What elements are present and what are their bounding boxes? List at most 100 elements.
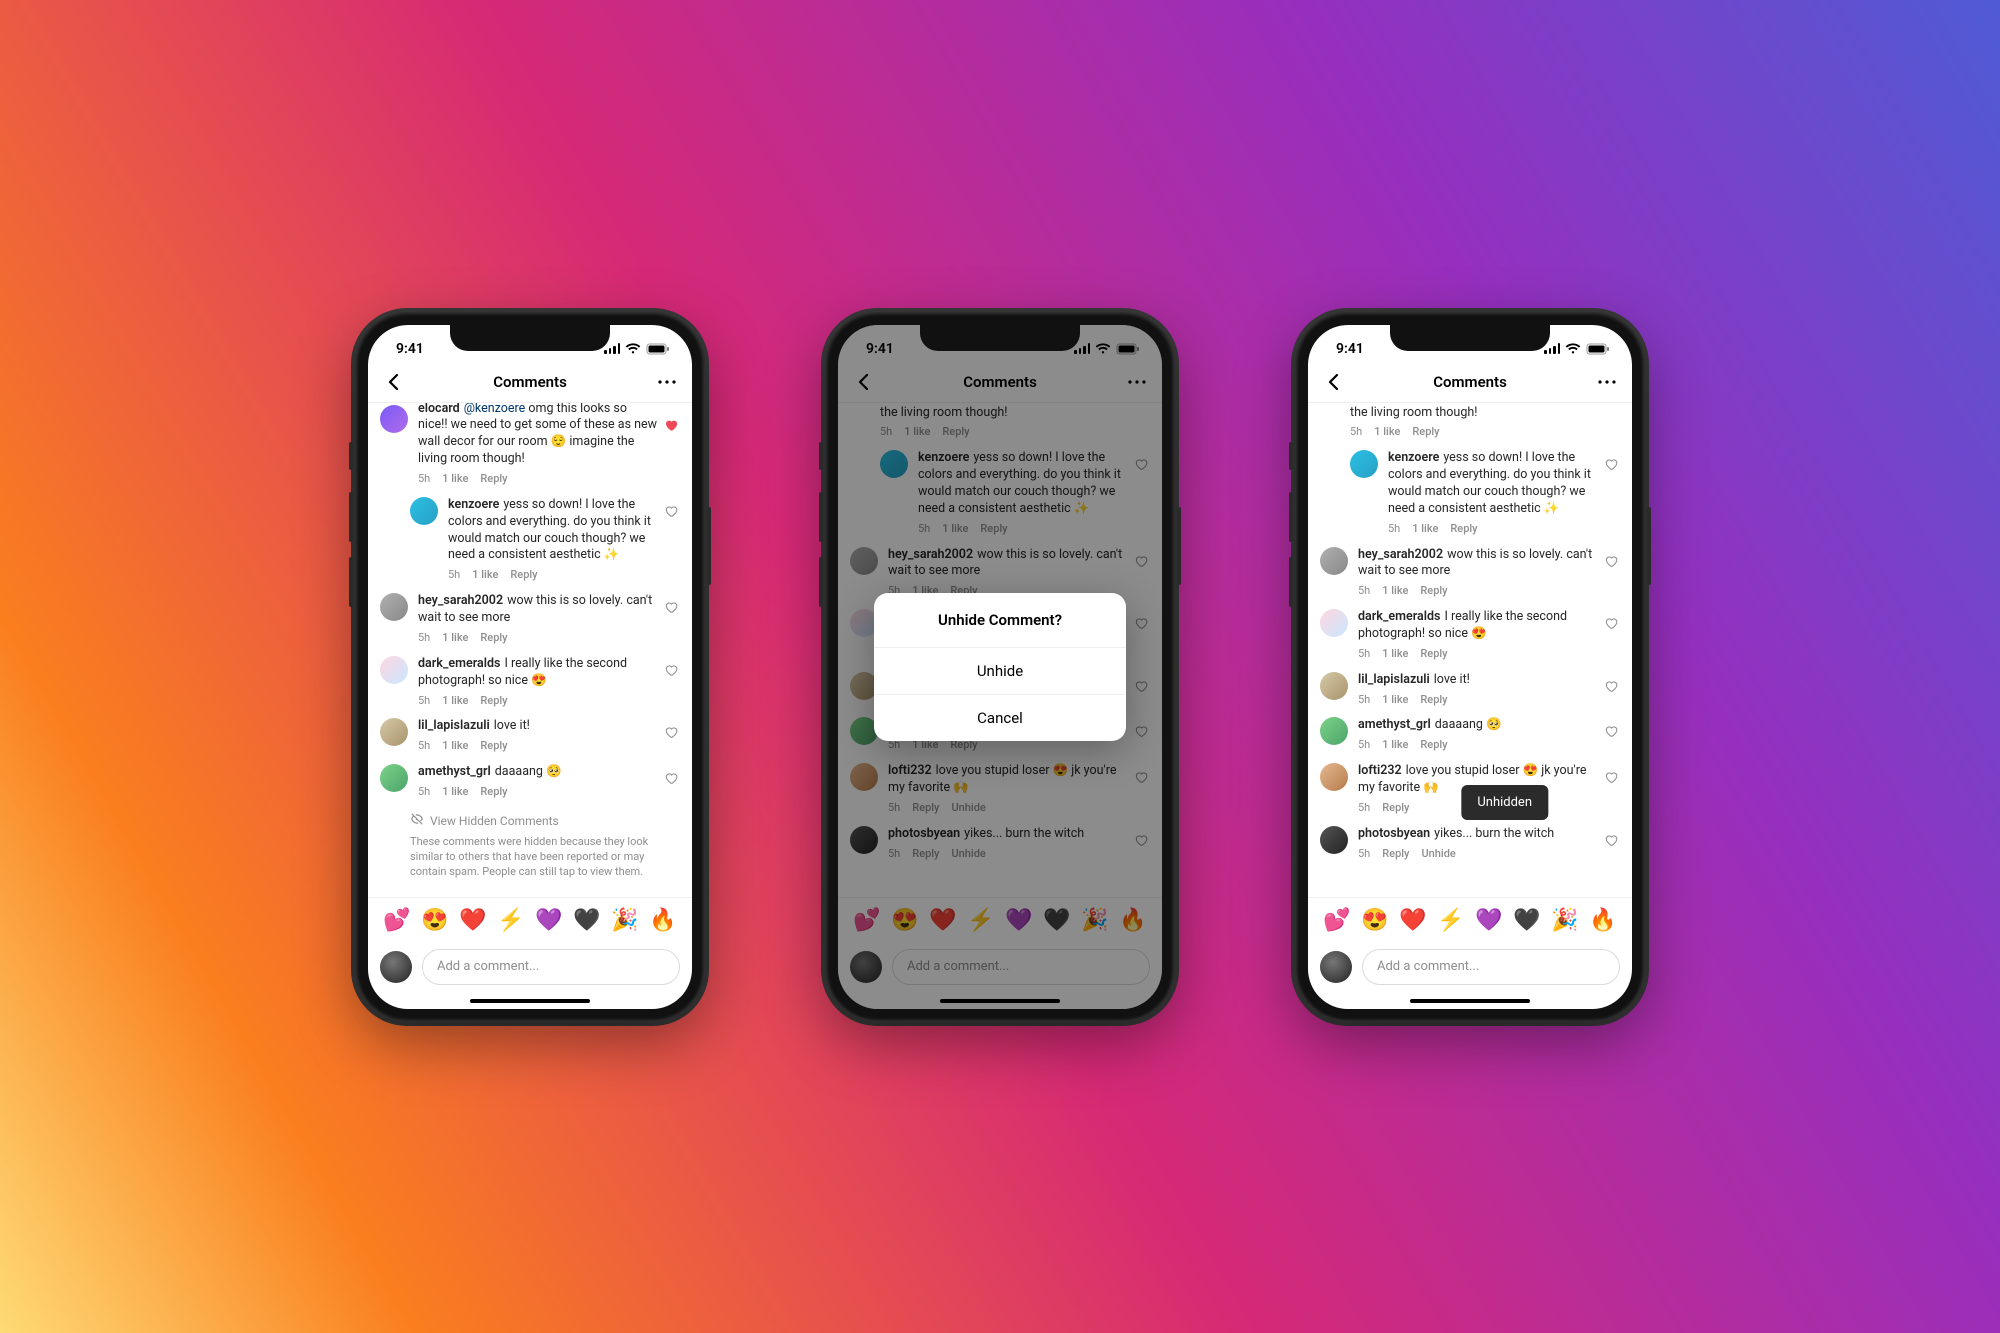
- back-icon[interactable]: [382, 371, 404, 393]
- likes-count[interactable]: 1 like: [442, 631, 468, 646]
- battery-icon: [646, 343, 670, 355]
- modal-overlay[interactable]: Unhide Comment? Unhide Cancel: [838, 325, 1162, 1009]
- like-icon[interactable]: [664, 662, 678, 676]
- reply-button[interactable]: Reply: [480, 739, 507, 754]
- avatar[interactable]: [1320, 763, 1348, 791]
- home-indicator[interactable]: [1410, 999, 1530, 1003]
- emoji-button[interactable]: 💜: [1475, 908, 1502, 933]
- like-icon[interactable]: [664, 599, 678, 613]
- reply-button[interactable]: Reply: [510, 568, 537, 583]
- avatar[interactable]: [1320, 547, 1348, 575]
- phone-mockup-3: 9:41 Comments the living room though! 5h…: [1295, 312, 1645, 1022]
- dialog-unhide-button[interactable]: Unhide: [874, 647, 1127, 694]
- emoji-button[interactable]: 🖤: [1513, 908, 1540, 933]
- more-icon[interactable]: [656, 371, 678, 393]
- avatar[interactable]: [380, 593, 408, 621]
- dialog-cancel-button[interactable]: Cancel: [874, 694, 1127, 741]
- likes-count[interactable]: 1 like: [442, 739, 468, 754]
- like-icon[interactable]: [1604, 553, 1618, 567]
- comment-item: dark_emeraldsI really like the second ph…: [368, 648, 692, 711]
- avatar[interactable]: [380, 405, 408, 433]
- emoji-button[interactable]: ❤️: [1399, 908, 1426, 933]
- reply-button[interactable]: Reply: [480, 694, 507, 709]
- emoji-quick-row: 💕 😍 ❤️ ⚡ 💜 🖤 🎉 🔥: [1308, 897, 1632, 943]
- notch: [450, 325, 610, 351]
- back-icon[interactable]: [1322, 371, 1344, 393]
- likes-count[interactable]: 1 like: [442, 472, 468, 487]
- self-avatar[interactable]: [1320, 951, 1352, 983]
- like-icon[interactable]: [1604, 678, 1618, 692]
- like-icon[interactable]: [1604, 456, 1618, 470]
- view-hidden-button[interactable]: View Hidden Comments: [410, 812, 680, 831]
- comment-item: photosbyeanyikes... burn the witch 5hRep…: [1308, 818, 1632, 864]
- avatar[interactable]: [380, 764, 408, 792]
- emoji-button[interactable]: 💕: [383, 908, 410, 933]
- emoji-button[interactable]: 💕: [1323, 908, 1350, 933]
- mention[interactable]: @kenzoere: [464, 403, 526, 416]
- unhide-button[interactable]: Unhide: [1421, 847, 1455, 862]
- emoji-button[interactable]: ⚡: [1437, 908, 1464, 933]
- comment-username[interactable]: dark_emeralds: [418, 656, 500, 671]
- reply-button[interactable]: Reply: [1382, 801, 1409, 816]
- likes-count[interactable]: 1 like: [442, 785, 468, 800]
- like-icon[interactable]: [664, 503, 678, 517]
- comment-time: 5h: [418, 631, 430, 646]
- emoji-button[interactable]: 🎉: [611, 908, 638, 933]
- emoji-button[interactable]: 🔥: [649, 908, 676, 933]
- like-icon[interactable]: [664, 417, 678, 431]
- comment-item: the living room though! 5h1 likeReply: [1308, 403, 1632, 443]
- emoji-button[interactable]: 🎉: [1551, 908, 1578, 933]
- comment-item: hey_sarah2002wow this is so lovely. can'…: [1308, 539, 1632, 602]
- like-icon[interactable]: [1604, 769, 1618, 783]
- emoji-button[interactable]: ❤️: [459, 908, 486, 933]
- avatar[interactable]: [1350, 450, 1378, 478]
- comment-item: lil_lapislazulilove it! 5h1 likeReply: [368, 710, 692, 756]
- hidden-title-text: View Hidden Comments: [430, 813, 559, 830]
- reply-button[interactable]: Reply: [480, 631, 507, 646]
- comment-text: love it!: [494, 718, 530, 733]
- comment-username[interactable]: elocard: [418, 403, 460, 416]
- like-icon[interactable]: [1604, 723, 1618, 737]
- like-icon[interactable]: [1604, 615, 1618, 629]
- reply-button[interactable]: Reply: [1382, 847, 1409, 862]
- like-icon[interactable]: [664, 770, 678, 784]
- toast-unhidden: Unhidden: [1461, 785, 1548, 820]
- likes-count[interactable]: 1 like: [472, 568, 498, 583]
- comment-time: 5h: [418, 694, 430, 709]
- emoji-button[interactable]: 💜: [535, 908, 562, 933]
- emoji-button[interactable]: 🔥: [1589, 908, 1616, 933]
- likes-count[interactable]: 1 like: [442, 694, 468, 709]
- avatar[interactable]: [1320, 826, 1348, 854]
- home-indicator[interactable]: [470, 999, 590, 1003]
- avatar[interactable]: [1320, 609, 1348, 637]
- page-title: Comments: [1433, 373, 1507, 391]
- comment-input[interactable]: Add a comment...: [422, 949, 680, 985]
- like-icon[interactable]: [1604, 832, 1618, 846]
- self-avatar[interactable]: [380, 951, 412, 983]
- reply-button[interactable]: Reply: [480, 472, 507, 487]
- comments-scroll[interactable]: elocard@kenzoere omg this looks so nice!…: [368, 403, 692, 897]
- unhide-dialog: Unhide Comment? Unhide Cancel: [874, 593, 1127, 741]
- avatar[interactable]: [1320, 672, 1348, 700]
- like-icon[interactable]: [664, 724, 678, 738]
- emoji-button[interactable]: 😍: [1361, 908, 1388, 933]
- comment-username[interactable]: kenzoere: [448, 497, 499, 512]
- comment-input[interactable]: Add a comment...: [1362, 949, 1620, 985]
- avatar[interactable]: [1320, 717, 1348, 745]
- more-icon[interactable]: [1596, 371, 1618, 393]
- emoji-button[interactable]: 😍: [421, 908, 448, 933]
- comment-username[interactable]: hey_sarah2002: [418, 593, 503, 608]
- avatar[interactable]: [380, 718, 408, 746]
- reply-button[interactable]: Reply: [480, 785, 507, 800]
- avatar[interactable]: [410, 497, 438, 525]
- avatar[interactable]: [380, 656, 408, 684]
- emoji-button[interactable]: 🖤: [573, 908, 600, 933]
- dialog-title: Unhide Comment?: [874, 593, 1127, 647]
- phone-mockup-1: 9:41 Comments elocard@kenzoere omg this …: [355, 312, 705, 1022]
- comments-scroll[interactable]: the living room though! 5h1 likeReply ke…: [1308, 403, 1632, 897]
- comment-time: 5h: [418, 785, 430, 800]
- comment-username[interactable]: lil_lapislazuli: [418, 718, 490, 733]
- comment-username[interactable]: amethyst_grl: [418, 764, 491, 779]
- emoji-button[interactable]: ⚡: [497, 908, 524, 933]
- page-title: Comments: [493, 373, 567, 391]
